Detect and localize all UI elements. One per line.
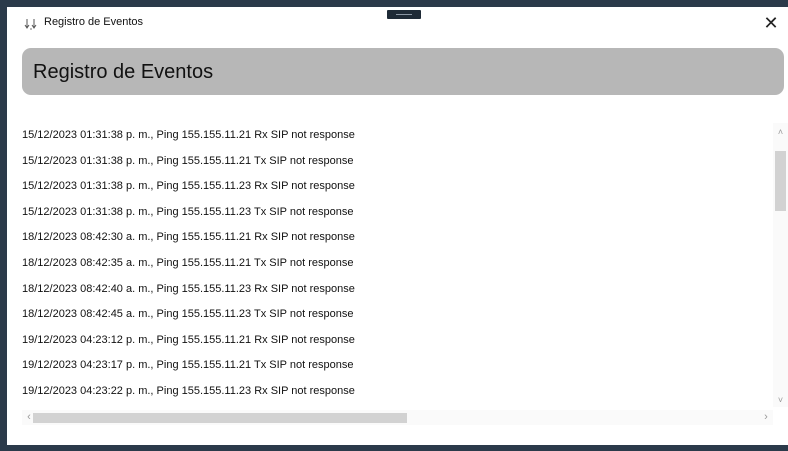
page-title: Registro de Eventos bbox=[33, 61, 214, 83]
log-line[interactable]: 15/12/2023 01:31:38 p. m., Ping 155.155.… bbox=[22, 149, 770, 175]
scroll-down-arrow-icon[interactable]: ˅ bbox=[773, 393, 788, 407]
log-line[interactable]: 18/12/2023 08:42:35 a. m., Ping 155.155.… bbox=[22, 251, 770, 277]
event-log-window: Registro de Eventos ✕ Registro de Evento… bbox=[7, 7, 788, 445]
header-panel: Registro de Eventos bbox=[22, 48, 784, 95]
log-line[interactable]: 15/12/2023 01:31:38 p. m., Ping 155.155.… bbox=[22, 174, 770, 200]
scroll-right-arrow-icon[interactable]: › bbox=[759, 410, 773, 425]
log-line[interactable]: 18/12/2023 08:42:30 a. m., Ping 155.155.… bbox=[22, 225, 770, 251]
log-line[interactable]: 15/12/2023 01:31:38 p. m., Ping 155.155.… bbox=[22, 123, 770, 149]
horizontal-scroll-thumb[interactable] bbox=[33, 413, 407, 423]
log-line[interactable]: 18/12/2023 08:42:40 a. m., Ping 155.155.… bbox=[22, 277, 770, 303]
log-line[interactable]: 18/12/2023 08:42:45 a. m., Ping 155.155.… bbox=[22, 302, 770, 328]
log-line[interactable]: 15/12/2023 01:31:38 p. m., Ping 155.155.… bbox=[22, 200, 770, 226]
vertical-scrollbar[interactable]: ˄ ˅ bbox=[773, 123, 788, 407]
app-events-icon bbox=[24, 17, 38, 30]
drag-handle[interactable] bbox=[387, 10, 421, 19]
event-log-list[interactable]: 15/12/2023 01:31:38 p. m., Ping 155.155.… bbox=[22, 123, 788, 425]
log-line[interactable]: 19/12/2023 04:23:22 p. m., Ping 155.155.… bbox=[22, 379, 770, 405]
vertical-scroll-thumb[interactable] bbox=[775, 151, 786, 211]
log-lines: 15/12/2023 01:31:38 p. m., Ping 155.155.… bbox=[22, 123, 770, 407]
close-button[interactable]: ✕ bbox=[762, 13, 780, 33]
scroll-up-arrow-icon[interactable]: ˄ bbox=[773, 125, 788, 139]
log-line[interactable]: 19/12/2023 04:23:17 p. m., Ping 155.155.… bbox=[22, 353, 770, 379]
title-bar[interactable]: Registro de Eventos ✕ bbox=[7, 7, 788, 39]
horizontal-scrollbar[interactable]: ‹ › bbox=[22, 410, 773, 425]
log-line[interactable]: 19/12/2023 04:23:12 p. m., Ping 155.155.… bbox=[22, 328, 770, 354]
window-title: Registro de Eventos bbox=[44, 16, 144, 28]
